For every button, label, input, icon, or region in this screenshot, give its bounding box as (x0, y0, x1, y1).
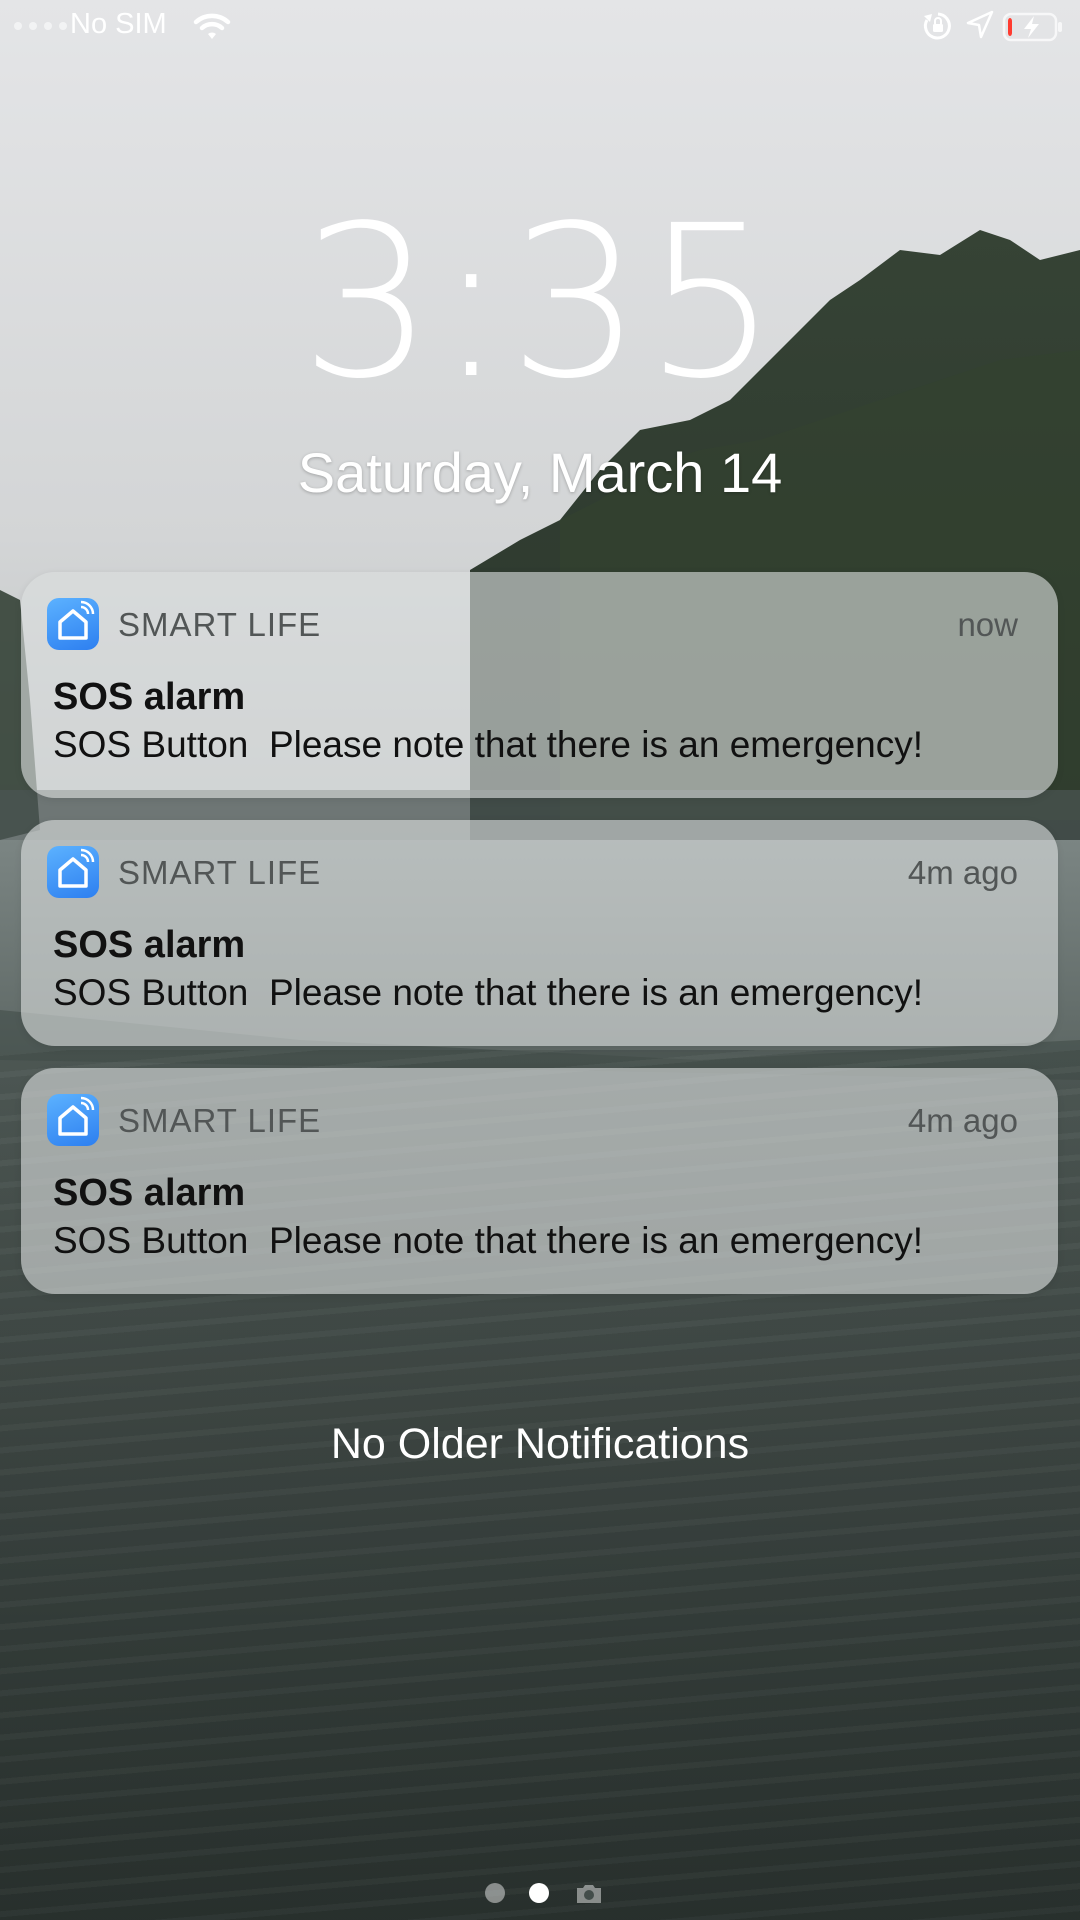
carrier-label: No SIM (70, 8, 167, 40)
lock-screen: No SIM 3:35 Saturday, March 14 SMART LIF… (0, 0, 1080, 1920)
battery-charging-icon (1002, 12, 1062, 42)
notification-time: 4m ago (907, 854, 1018, 891)
notification-app-name: SMART LIFE (118, 1102, 322, 1139)
orientation-lock-icon (923, 12, 951, 40)
notification-app-name: SMART LIFE (118, 854, 322, 891)
no-older-notifications-label: No Older Notifications (330, 1420, 750, 1468)
notification-app-name: SMART LIFE (118, 606, 322, 643)
smart-life-home-icon (47, 1094, 99, 1146)
notification-body: SOS Button Please note that there is an … (53, 724, 924, 765)
status-bar: No SIM (0, 0, 1080, 52)
notification-title: SOS alarm (53, 1172, 246, 1214)
lock-screen-date: Saturday, March 14 (297, 441, 783, 504)
notification-body: SOS Button Please note that there is an … (53, 972, 924, 1013)
notification-body: SOS Button Please note that there is an … (53, 1220, 924, 1261)
notification-title: SOS alarm (53, 676, 246, 718)
smart-life-home-icon (47, 846, 99, 898)
page-dot-current[interactable] (529, 1883, 549, 1903)
camera-icon[interactable] (574, 1882, 604, 1906)
notification-card[interactable]: SMART LIFE now SOS alarm SOS Button Plea… (21, 572, 1058, 798)
notification-time: 4m ago (907, 1102, 1018, 1139)
page-dot[interactable] (485, 1883, 505, 1903)
notification-card[interactable]: SMART LIFE 4m ago SOS alarm SOS Button P… (21, 1068, 1058, 1294)
lock-screen-clock: 3:35 (300, 180, 780, 425)
notification-card[interactable]: SMART LIFE 4m ago SOS alarm SOS Button P… (21, 820, 1058, 1046)
smart-life-home-icon (47, 598, 99, 650)
notification-time: now (957, 606, 1018, 643)
location-icon (966, 10, 994, 39)
wifi-icon (193, 13, 231, 39)
page-indicator[interactable] (0, 1882, 1080, 1906)
signal-dots-icon (14, 22, 67, 30)
notification-title: SOS alarm (53, 924, 246, 966)
